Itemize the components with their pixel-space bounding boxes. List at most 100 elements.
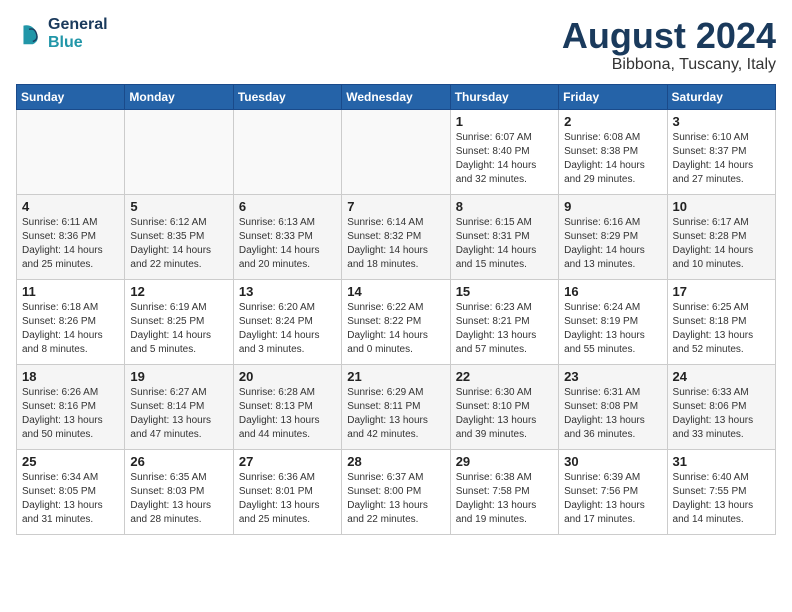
- calendar-week-3: 11 Sunrise: 6:18 AM Sunset: 8:26 PM Dayli…: [17, 279, 776, 364]
- calendar-cell: 2 Sunrise: 6:08 AM Sunset: 8:38 PM Daylig…: [559, 109, 667, 194]
- calendar-cell: 22 Sunrise: 6:30 AM Sunset: 8:10 PM Dayli…: [450, 364, 558, 449]
- calendar-cell: 18Sunrise: 6:26 AM Sunset: 8:16 PM Dayli…: [17, 364, 125, 449]
- day-info: Sunrise: 6:16 AM Sunset: 8:29 PM Dayligh…: [564, 216, 661, 272]
- calendar-cell: 26Sunrise: 6:35 AM Sunset: 8:03 PM Dayli…: [125, 449, 233, 534]
- day-info: Sunrise: 6:30 AM Sunset: 8:10 PM Dayligh…: [456, 386, 553, 442]
- day-number: 25: [22, 454, 119, 469]
- col-header-thursday: Thursday: [450, 84, 558, 109]
- day-info: Sunrise: 6:19 AM Sunset: 8:25 PM Dayligh…: [130, 301, 227, 357]
- calendar-cell: 8 Sunrise: 6:15 AM Sunset: 8:31 PM Daylig…: [450, 194, 558, 279]
- day-info: Sunrise: 6:11 AM Sunset: 8:36 PM Dayligh…: [22, 216, 119, 272]
- day-info: Sunrise: 6:14 AM Sunset: 8:32 PM Dayligh…: [347, 216, 444, 272]
- calendar-cell: 1 Sunrise: 6:07 AM Sunset: 8:40 PM Daylig…: [450, 109, 558, 194]
- day-info: Sunrise: 6:18 AM Sunset: 8:26 PM Dayligh…: [22, 301, 119, 357]
- calendar-cell: 6Sunrise: 6:13 AM Sunset: 8:33 PM Daylig…: [233, 194, 341, 279]
- day-info: Sunrise: 6:12 AM Sunset: 8:35 PM Dayligh…: [130, 216, 227, 272]
- day-number: 2: [564, 114, 661, 129]
- day-info: Sunrise: 6:27 AM Sunset: 8:14 PM Dayligh…: [130, 386, 227, 442]
- calendar-cell: 14 Sunrise: 6:22 AM Sunset: 8:22 PM Dayli…: [342, 279, 450, 364]
- day-info: Sunrise: 6:20 AM Sunset: 8:24 PM Dayligh…: [239, 301, 336, 357]
- calendar-cell: [233, 109, 341, 194]
- day-info: Sunrise: 6:23 AM Sunset: 8:21 PM Dayligh…: [456, 301, 553, 357]
- calendar-cell: 11 Sunrise: 6:18 AM Sunset: 8:26 PM Dayli…: [17, 279, 125, 364]
- logo-icon: [16, 20, 44, 48]
- day-number: 4: [22, 199, 119, 214]
- calendar-week-2: 4 Sunrise: 6:11 AM Sunset: 8:36 PM Daylig…: [17, 194, 776, 279]
- day-info: Sunrise: 6:07 AM Sunset: 8:40 PM Dayligh…: [456, 131, 553, 187]
- calendar-cell: 3 Sunrise: 6:10 AM Sunset: 8:37 PM Daylig…: [667, 109, 775, 194]
- calendar-cell: 4 Sunrise: 6:11 AM Sunset: 8:36 PM Daylig…: [17, 194, 125, 279]
- day-number: 24: [673, 369, 770, 384]
- day-info: Sunrise: 6:33 AM Sunset: 8:06 PM Dayligh…: [673, 386, 770, 442]
- day-info: Sunrise: 6:15 AM Sunset: 8:31 PM Dayligh…: [456, 216, 553, 272]
- calendar-cell: 13 Sunrise: 6:20 AM Sunset: 8:24 PM Dayli…: [233, 279, 341, 364]
- day-info: Sunrise: 6:25 AM Sunset: 8:18 PM Dayligh…: [673, 301, 770, 357]
- day-number: 7: [347, 199, 444, 214]
- calendar-cell: [17, 109, 125, 194]
- day-info: Sunrise: 6:26 AM Sunset: 8:16 PM Dayligh…: [22, 386, 119, 442]
- day-number: 29: [456, 454, 553, 469]
- calendar-cell: 5 Sunrise: 6:12 AM Sunset: 8:35 PM Daylig…: [125, 194, 233, 279]
- day-number: 23: [564, 369, 661, 384]
- day-number: 1: [456, 114, 553, 129]
- calendar-cell: [125, 109, 233, 194]
- calendar-header-row: SundayMondayTuesdayWednesdayThursdayFrid…: [17, 84, 776, 109]
- calendar-week-1: 1 Sunrise: 6:07 AM Sunset: 8:40 PM Daylig…: [17, 109, 776, 194]
- day-info: Sunrise: 6:40 AM Sunset: 7:55 PM Dayligh…: [673, 471, 770, 527]
- day-number: 6: [239, 199, 336, 214]
- calendar-cell: 9 Sunrise: 6:16 AM Sunset: 8:29 PM Daylig…: [559, 194, 667, 279]
- day-info: Sunrise: 6:34 AM Sunset: 8:05 PM Dayligh…: [22, 471, 119, 527]
- day-number: 13: [239, 284, 336, 299]
- day-number: 21: [347, 369, 444, 384]
- col-header-wednesday: Wednesday: [342, 84, 450, 109]
- calendar-cell: 15 Sunrise: 6:23 AM Sunset: 8:21 PM Dayli…: [450, 279, 558, 364]
- day-info: Sunrise: 6:17 AM Sunset: 8:28 PM Dayligh…: [673, 216, 770, 272]
- day-info: Sunrise: 6:38 AM Sunset: 7:58 PM Dayligh…: [456, 471, 553, 527]
- calendar-cell: 27 Sunrise: 6:36 AM Sunset: 8:01 PM Dayli…: [233, 449, 341, 534]
- month-year-title: August 2024: [562, 16, 776, 56]
- col-header-saturday: Saturday: [667, 84, 775, 109]
- calendar-cell: 24 Sunrise: 6:33 AM Sunset: 8:06 PM Dayli…: [667, 364, 775, 449]
- calendar-cell: 20 Sunrise: 6:28 AM Sunset: 8:13 PM Dayli…: [233, 364, 341, 449]
- col-header-sunday: Sunday: [17, 84, 125, 109]
- day-info: Sunrise: 6:10 AM Sunset: 8:37 PM Dayligh…: [673, 131, 770, 187]
- day-number: 14: [347, 284, 444, 299]
- location-subtitle: Bibbona, Tuscany, Italy: [562, 56, 776, 74]
- day-number: 15: [456, 284, 553, 299]
- calendar-cell: 30Sunrise: 6:39 AM Sunset: 7:56 PM Dayli…: [559, 449, 667, 534]
- logo-text: General Blue: [48, 16, 108, 52]
- calendar-cell: 23 Sunrise: 6:31 AM Sunset: 8:08 PM Dayli…: [559, 364, 667, 449]
- calendar-cell: 19Sunrise: 6:27 AM Sunset: 8:14 PM Dayli…: [125, 364, 233, 449]
- day-number: 12: [130, 284, 227, 299]
- day-info: Sunrise: 6:28 AM Sunset: 8:13 PM Dayligh…: [239, 386, 336, 442]
- day-number: 11: [22, 284, 119, 299]
- calendar-cell: 29 Sunrise: 6:38 AM Sunset: 7:58 PM Dayli…: [450, 449, 558, 534]
- day-info: Sunrise: 6:37 AM Sunset: 8:00 PM Dayligh…: [347, 471, 444, 527]
- day-info: Sunrise: 6:35 AM Sunset: 8:03 PM Dayligh…: [130, 471, 227, 527]
- day-number: 30: [564, 454, 661, 469]
- day-number: 31: [673, 454, 770, 469]
- page-header: General Blue August 2024 Bibbona, Tuscan…: [16, 16, 776, 74]
- day-info: Sunrise: 6:31 AM Sunset: 8:08 PM Dayligh…: [564, 386, 661, 442]
- day-number: 28: [347, 454, 444, 469]
- calendar-cell: 17 Sunrise: 6:25 AM Sunset: 8:18 PM Dayli…: [667, 279, 775, 364]
- calendar-cell: [342, 109, 450, 194]
- day-info: Sunrise: 6:22 AM Sunset: 8:22 PM Dayligh…: [347, 301, 444, 357]
- day-info: Sunrise: 6:08 AM Sunset: 8:38 PM Dayligh…: [564, 131, 661, 187]
- calendar-cell: 10 Sunrise: 6:17 AM Sunset: 8:28 PM Dayli…: [667, 194, 775, 279]
- day-number: 22: [456, 369, 553, 384]
- day-number: 9: [564, 199, 661, 214]
- calendar-cell: 7 Sunrise: 6:14 AM Sunset: 8:32 PM Daylig…: [342, 194, 450, 279]
- day-number: 8: [456, 199, 553, 214]
- day-number: 5: [130, 199, 227, 214]
- calendar-cell: 31 Sunrise: 6:40 AM Sunset: 7:55 PM Dayli…: [667, 449, 775, 534]
- day-number: 17: [673, 284, 770, 299]
- day-number: 27: [239, 454, 336, 469]
- day-number: 20: [239, 369, 336, 384]
- calendar-week-4: 18Sunrise: 6:26 AM Sunset: 8:16 PM Dayli…: [17, 364, 776, 449]
- day-number: 3: [673, 114, 770, 129]
- day-number: 16: [564, 284, 661, 299]
- col-header-friday: Friday: [559, 84, 667, 109]
- day-number: 10: [673, 199, 770, 214]
- day-info: Sunrise: 6:36 AM Sunset: 8:01 PM Dayligh…: [239, 471, 336, 527]
